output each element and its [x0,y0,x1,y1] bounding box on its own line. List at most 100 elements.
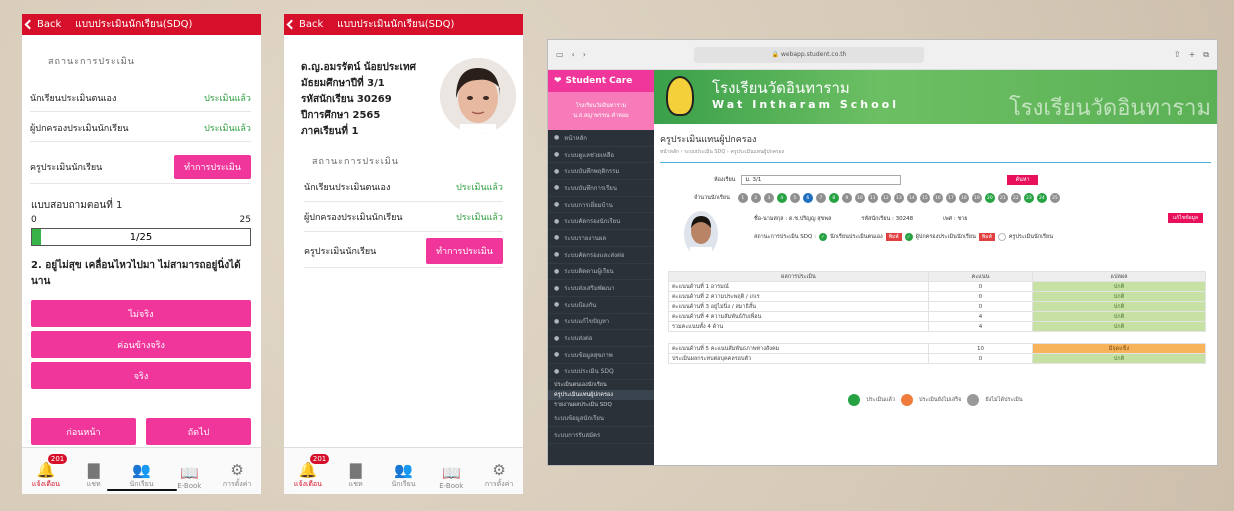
chat-icon: ▇ [87,461,100,479]
student-id: รหัสนักเรียน : 30248 [861,216,914,222]
students-icon: 👥 [132,461,151,479]
student-number-button[interactable]: 13 [893,193,904,203]
sdq-result-table: ผลการประเมิน คะแนน แปลผล คะแนนด้านที่ 1 … [668,271,1206,364]
new-tab-icon[interactable]: + [1189,50,1196,59]
tab-ebook[interactable]: 📖 E-Book [171,464,207,490]
print-button[interactable]: พิมพ์ [885,233,902,241]
student-number-button[interactable]: 18 [958,193,969,203]
legend-done-icon [848,394,861,406]
share-icon[interactable]: ⇧ [1174,50,1181,59]
tab-settings[interactable]: ⚙ การตั้งค่า [481,461,517,490]
print-button[interactable]: พิมพ์ [978,233,995,241]
student-number-button[interactable]: 7 [815,193,826,203]
student-number-button[interactable]: 23 [1023,193,1034,203]
tab-label: แจ้งเตือน [31,480,60,488]
student-number-button[interactable]: 4 [776,193,787,203]
room-filter: ห้องเรียน ม. 3/1 ค้นหา [714,175,1217,185]
sidebar-item[interactable]: ● หน้าหลัก [548,130,654,147]
evaluate-button[interactable]: ทำการประเมิน [426,237,503,264]
student-number-button[interactable]: 17 [945,193,956,203]
range-max: 25 [239,215,251,225]
school-title-th: โรงเรียนวัดอินทาราม [712,79,850,97]
sidebar-item-label: ระบบข้อมูลสุขภาพ [564,351,613,359]
sidebar-item[interactable]: ● ระบบประเมิน SDQ [548,364,654,381]
student-number-button[interactable]: 5 [789,193,800,203]
next-button[interactable]: ถัดไป [146,418,251,445]
student-number-button[interactable]: 12 [880,193,891,203]
student-number-button[interactable]: 3 [763,193,774,203]
student-number-button[interactable]: 22 [1010,193,1021,203]
evaluate-button[interactable]: ทำการประเมิน [174,154,251,179]
sidebar-item[interactable]: ● ระบบแก้ไขปัญหา [548,314,654,331]
sidebar-item[interactable]: ระบบข้อมูลนักเรียน [548,410,654,427]
sidebar-item[interactable]: ● ระบบคัดกรองนักเรียน [548,213,654,231]
sidebar-item[interactable]: ● ระบบบันทึกการเรียน [548,180,654,197]
option-button[interactable]: ไม่จริง [31,300,251,327]
page-title: แบบประเมินนักเรียน(SDQ) [337,19,455,30]
student-number-button[interactable]: 1 [737,193,748,203]
sidebar-subitem[interactable]: รายงานผลประเมิน SDQ [548,400,654,410]
edit-info-button[interactable]: แก้ไขข้อมูล [1168,213,1203,223]
sidebar-item[interactable]: ● ระบบคัดกรองและส่งต่อ [548,247,654,264]
tabs-icon[interactable]: ⧉ [1203,50,1209,60]
student-number-button[interactable]: 25 [1049,193,1060,203]
sidebar-item[interactable]: ● ระบบส่งต่อ [548,330,654,347]
student-number-button[interactable]: 2 [750,193,761,203]
tab-chat[interactable]: ▇ แชท [76,461,112,490]
legend-label: ประเมินแล้ว [866,397,895,403]
sidebar-item[interactable]: ● ระบบข้อมูลสุขภาพ [548,347,654,364]
student-number-button[interactable]: 15 [919,193,930,203]
student-number-button[interactable]: 20 [984,193,995,203]
student-sex: เพศ : ชาย [943,216,968,222]
student-number-button[interactable]: 9 [841,193,852,203]
student-number-button[interactable]: 14 [906,193,917,203]
sidebar-toggle-icon[interactable]: ▭ [556,50,564,59]
student-number-button[interactable]: 24 [1036,193,1047,203]
tab-settings[interactable]: ⚙ การตั้งค่า [219,461,255,490]
range-min: 0 [31,215,37,225]
forward-arrow-icon[interactable]: › [583,50,586,59]
back-arrow-icon[interactable]: ‹ [572,50,575,59]
tab-ebook[interactable]: 📖 E-Book [433,464,469,490]
sidebar-item[interactable]: ● ระบบบันทึกพฤติกรรม [548,163,654,181]
student-number-button[interactable]: 11 [867,193,878,203]
option-button[interactable]: ค่อนข้างจริง [31,331,251,358]
tab-notifications[interactable]: 201 🔔 แจ้งเตือน [28,454,68,490]
sidebar-item[interactable]: ● ระบบรายงานผล [548,230,654,247]
sidebar-item[interactable]: ระบบการรับสมัคร [548,427,654,444]
option-button[interactable]: จริง [31,362,251,389]
room-select[interactable]: ม. 3/1 [741,175,902,185]
student-number-button[interactable]: 6 [802,193,813,203]
sidebar-item[interactable]: ● ระบบติดตามผู้เรียน [548,264,654,281]
address-bar[interactable]: 🔒 webapp.student.co.th [693,46,924,63]
status-text: ประเมินแล้ว [456,182,503,193]
row-label: ผู้ปกครองประเมินนักเรียน [30,123,129,134]
student-number-button[interactable]: 10 [854,193,865,203]
table-row: คะแนนด้านที่ 2 ความประพฤติ / เกเร 0 ปกติ [668,291,1206,302]
tab-students[interactable]: 👥 นักเรียน [123,461,159,490]
student-number-button[interactable]: 8 [828,193,839,203]
sidebar-item[interactable]: ● ระบบส่งเสริมพัฒนา [548,280,654,297]
student-number-button[interactable]: 21 [997,193,1008,203]
status-student: นักเรียนประเมินตนเอง [829,234,883,240]
sidebar-item[interactable]: ● ระบบการเยี่ยมบ้าน [548,197,654,214]
sidebar-item[interactable]: ● ระบบป้องกัน [548,297,654,314]
tab-chat[interactable]: ▇ แชท [338,461,374,490]
tab-students[interactable]: 👥 นักเรียน [385,461,421,490]
sidebar-menu: ● หน้าหลัก ● ระบบดูแลช่วยเหลือ ● ระบบบันทึกพฤ… [548,130,654,444]
url-text: webapp.student.co.th [780,51,847,58]
brand-name: Student Care [565,76,633,86]
score-label: คะแนนด้านที่ 5 คะแนนสัมพันธภาพทางสังคม [668,343,929,354]
score-label: คะแนนด้านที่ 1 อารมณ์ [668,281,929,292]
student-number-button[interactable]: 19 [971,193,982,203]
sidebar-subitem[interactable]: ประเมินตนเองนักเรียน [548,380,654,390]
back-button[interactable]: Back [24,19,61,30]
sidebar-subitem[interactable]: ครูประเมินแทนผู้ปกครอง [548,390,654,401]
prev-button[interactable]: ก่อนหน้า [31,418,136,445]
sidebar-item[interactable]: ● ระบบดูแลช่วยเหลือ [548,147,654,164]
tab-notifications[interactable]: 201 🔔 แจ้งเตือน [290,454,330,490]
back-button[interactable]: Back [286,19,323,30]
search-button[interactable]: ค้นหา [1007,175,1038,185]
score-value: 0 [928,301,1033,312]
student-number-button[interactable]: 16 [932,193,943,203]
